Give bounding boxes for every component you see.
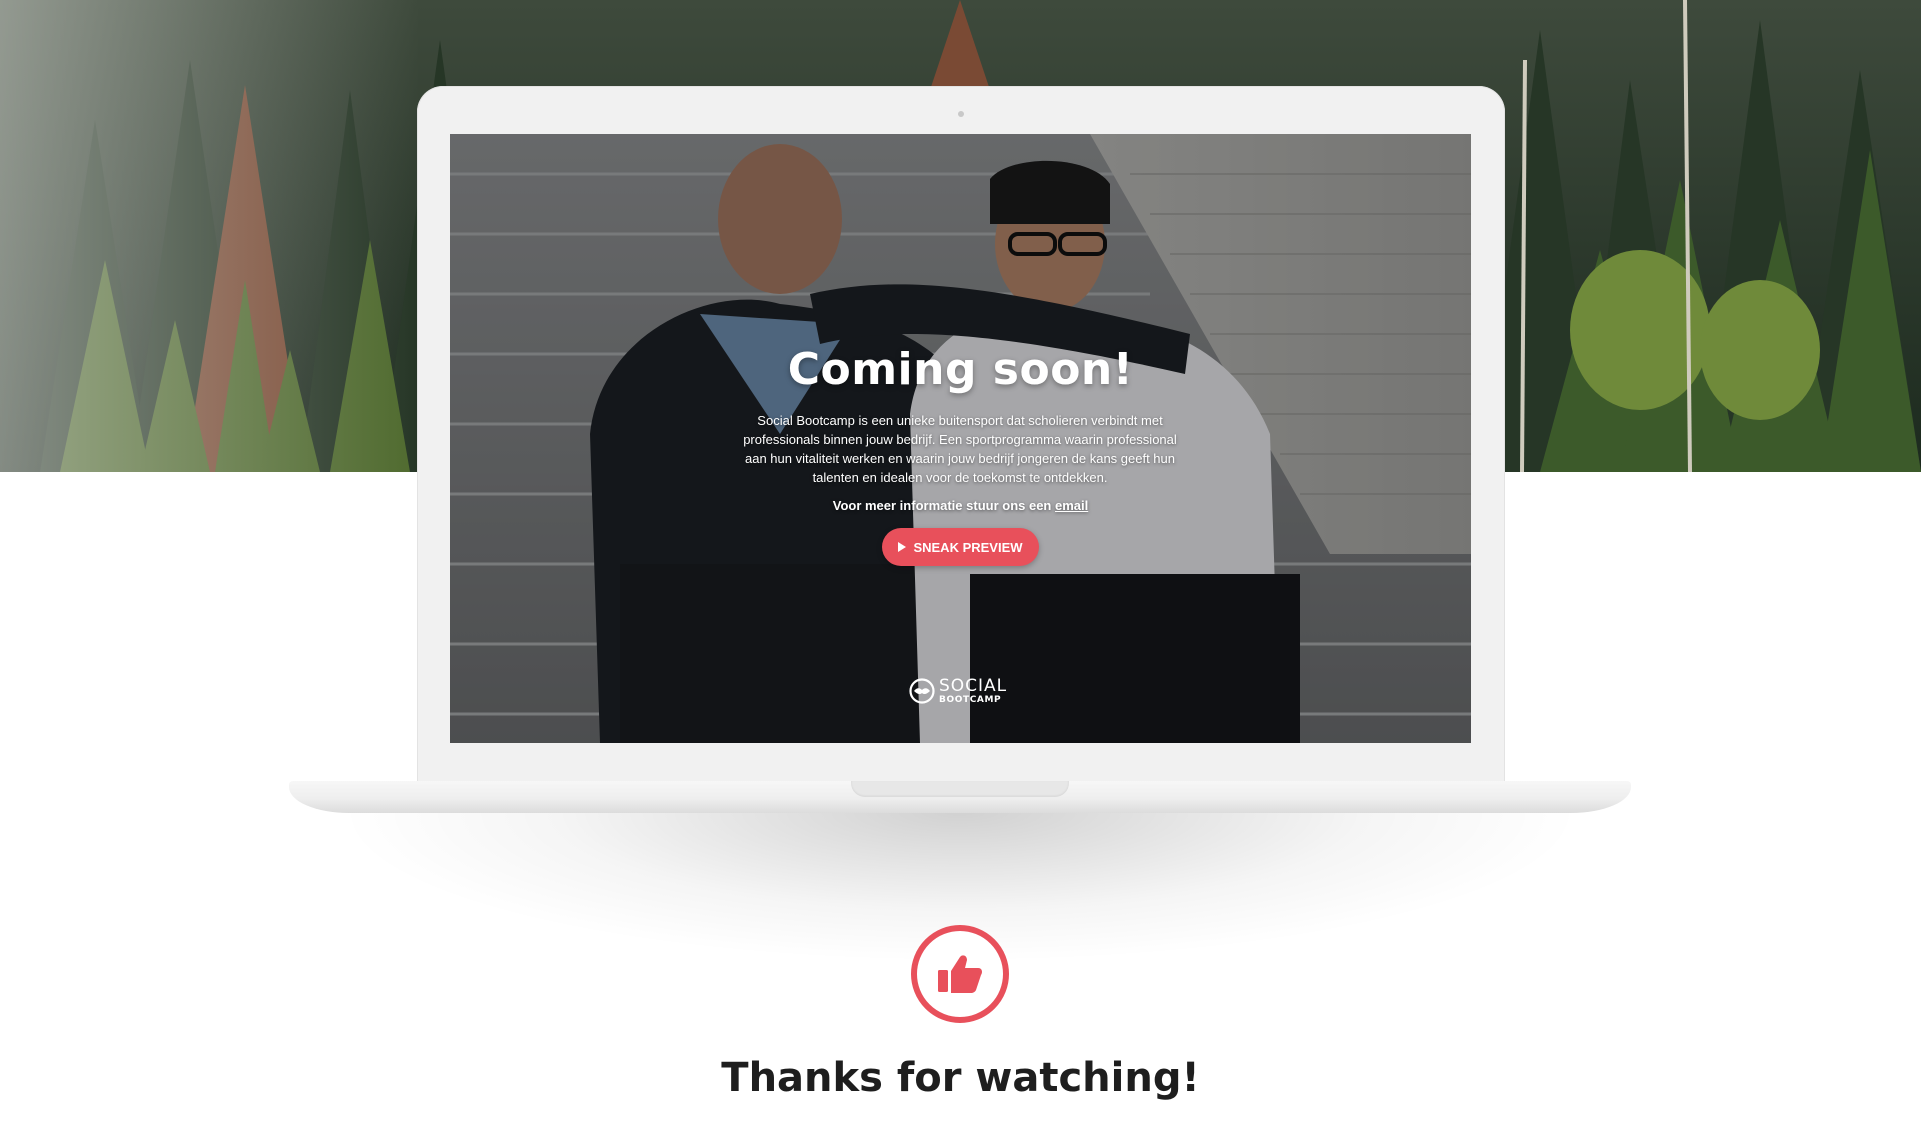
presentation-slide: Coming soon! Social Bootcamp is een unie…	[0, 0, 1921, 1132]
brand-line-bootcamp: BOOTCAMP	[939, 694, 1002, 705]
webcam-dot	[958, 111, 964, 117]
hero-title: Coming soon!	[787, 344, 1134, 395]
social-bootcamp-logo: SOCIAL BOOTCAMP	[909, 677, 1013, 705]
handshake-logo-icon	[909, 678, 935, 704]
contact-prefix: Voor meer informatie stuur ons een	[832, 498, 1055, 513]
hero-section: Coming soon! Social Bootcamp is een unie…	[450, 134, 1471, 743]
hero-contact-line: Voor meer informatie stuur ons een email	[450, 498, 1471, 513]
play-icon	[898, 542, 907, 552]
sneak-preview-label: SNEAK PREVIEW	[913, 539, 1023, 555]
email-link[interactable]: email	[1055, 498, 1088, 513]
thanks-message: Thanks for watching!	[721, 1055, 1200, 1101]
thumbs-up-badge	[911, 925, 1009, 1023]
hero-description: Social Bootcamp is een unieke buitenspor…	[743, 413, 1177, 485]
laptop-screen: Coming soon! Social Bootcamp is een unie…	[450, 134, 1471, 743]
brand-line-social: SOCIAL	[939, 675, 1008, 696]
sneak-preview-button[interactable]: SNEAK PREVIEW	[882, 528, 1039, 566]
thumbs-up-icon	[938, 955, 982, 993]
laptop-base-notch	[851, 781, 1069, 797]
